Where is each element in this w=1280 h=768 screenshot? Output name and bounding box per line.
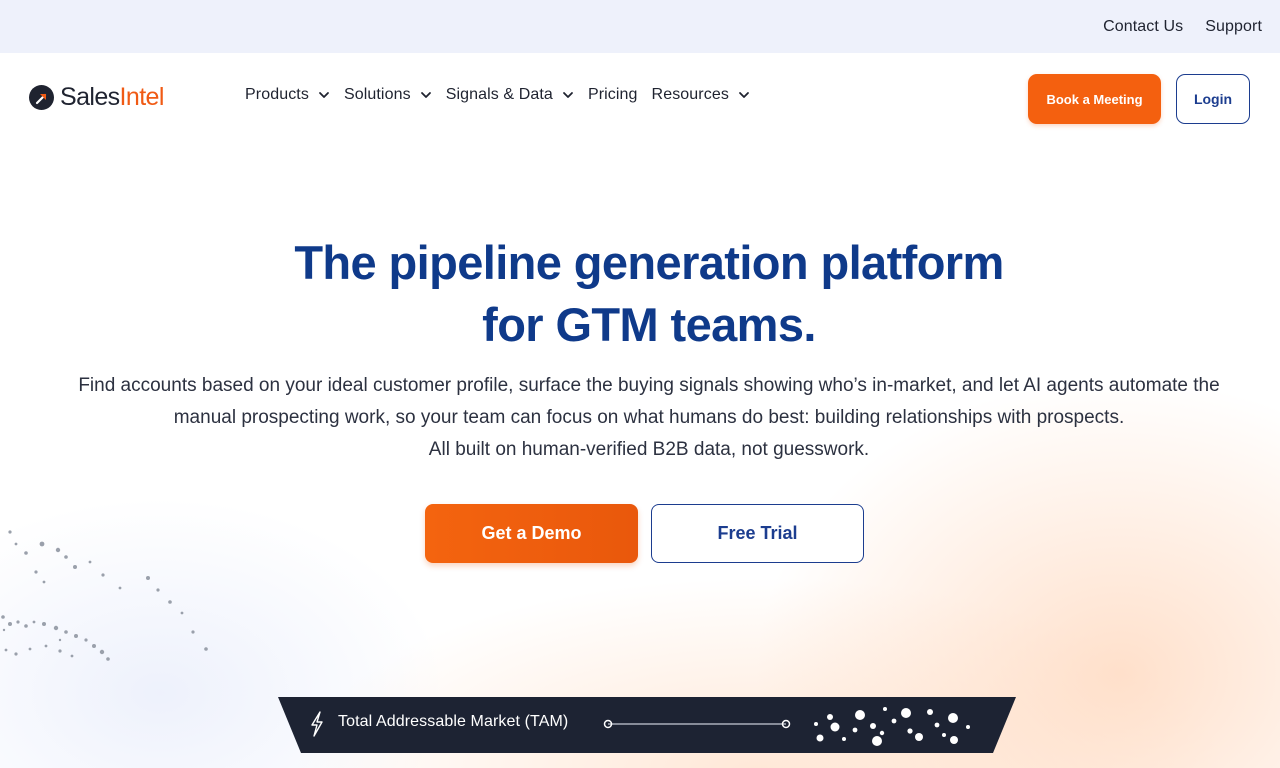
saleintel-logo[interactable]: SalesIntel (29, 83, 164, 112)
logo-wordmark-sales: Sales (60, 83, 120, 111)
hero-title: The pipeline generation platform for GTM… (0, 232, 1280, 356)
logo-wordmark: SalesIntel (60, 83, 164, 112)
nav-item-resources[interactable]: Resources (652, 86, 750, 104)
nav-item-label: Resources (651, 86, 729, 103)
tam-banner: Total Addressable Market (TAM) (278, 697, 1016, 753)
nav-item-label: Solutions (343, 86, 411, 103)
tam-label: Total Addressable Market (TAM) (338, 713, 569, 730)
get-demo-button[interactable]: Get a Demo (425, 504, 638, 563)
nav-item-label: Products (245, 86, 309, 103)
utility-bar: Contact Us Support (0, 0, 1280, 53)
chevron-down-icon (420, 92, 431, 98)
nav-item-products[interactable]: Products (245, 86, 330, 104)
hero-description-line: All built on human-verified B2B data, no… (428, 439, 870, 460)
nav-links: Products Solutions Signals & Data Pricin… (245, 86, 764, 104)
nav-item-signals-data[interactable]: Signals & Data (446, 86, 574, 104)
main-navigation: SalesIntel Products Solutions Signals & … (0, 53, 1280, 143)
nav-item-label: Signals & Data (445, 86, 553, 103)
chevron-down-icon (563, 92, 573, 98)
nav-item-solutions[interactable]: Solutions (344, 86, 432, 104)
logo-arrow-icon (29, 85, 54, 110)
chevron-down-icon (319, 92, 329, 98)
hero-title-line: for GTM teams. (482, 298, 816, 351)
contact-us-link[interactable]: Contact Us (1103, 18, 1183, 36)
logo-wordmark-intel: Intel (119, 83, 165, 111)
book-meeting-button[interactable]: Book a Meeting (1028, 74, 1161, 124)
hero-description-line: Find accounts based on your ideal custom… (78, 375, 1220, 396)
login-button[interactable]: Login (1176, 74, 1250, 124)
free-trial-button[interactable]: Free Trial (651, 504, 864, 563)
decorative-dots-left (1, 530, 208, 661)
support-link[interactable]: Support (1205, 18, 1262, 36)
lightning-icon (311, 711, 323, 737)
nav-item-pricing[interactable]: Pricing (588, 86, 638, 104)
hero-description-line: manual prospecting work, so your team ca… (173, 407, 1125, 428)
hero-title-line: The pipeline generation platform (294, 236, 1004, 289)
chevron-down-icon (739, 92, 749, 98)
nav-item-label: Pricing (587, 86, 638, 103)
hero-description: Find accounts based on your ideal custom… (0, 370, 1280, 466)
